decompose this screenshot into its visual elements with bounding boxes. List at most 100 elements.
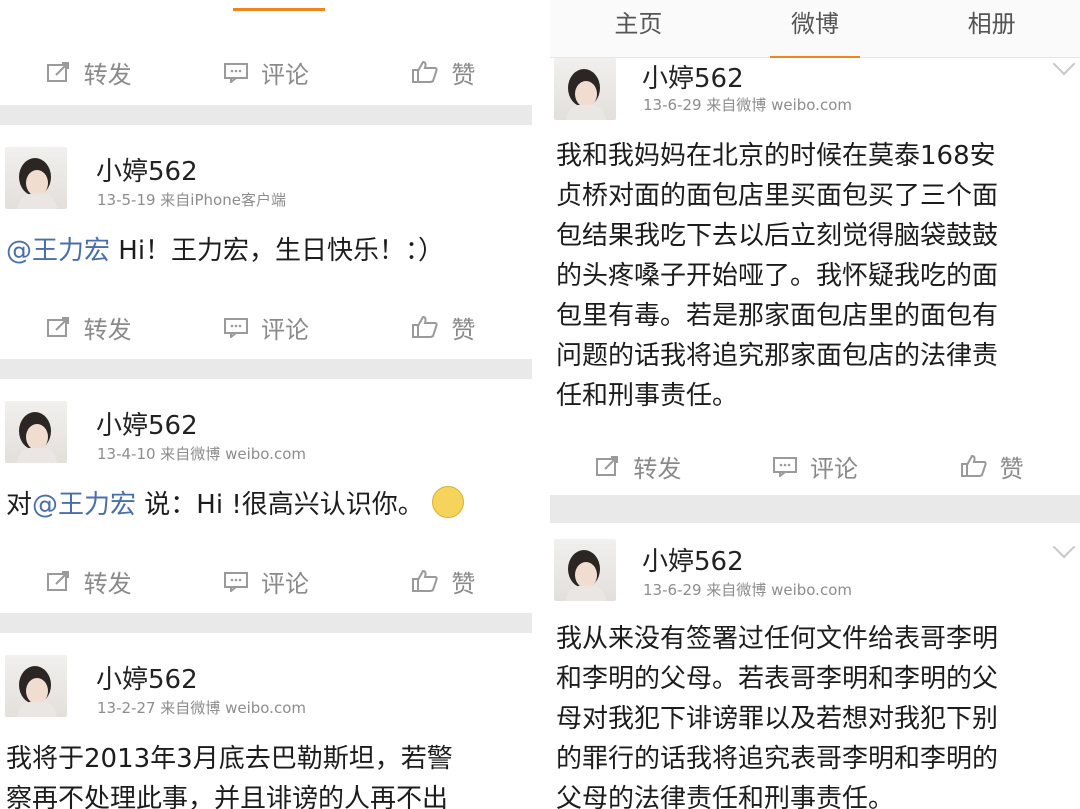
username[interactable]: 小婷562 bbox=[96, 151, 198, 188]
user-photo-icon bbox=[566, 550, 606, 601]
repost-icon bbox=[596, 456, 619, 476]
comment-label: 评论 bbox=[260, 60, 309, 89]
tab-home[interactable]: 主页 bbox=[550, 0, 727, 57]
like-label: 赞 bbox=[451, 569, 476, 598]
post-text-line: 问题的话我将追究那家面包店的法律责 bbox=[556, 341, 999, 371]
post-text-line: 察再不处理此事，并且诽谤的人再不出 bbox=[6, 784, 449, 809]
repost-button[interactable]: 转发 bbox=[0, 310, 177, 345]
left-feed-panel: 转发 评论 赞 小婷562 13-5-19 来自iPhone客户端 @王力宏 H… bbox=[0, 0, 532, 809]
comment-label: 评论 bbox=[810, 454, 858, 483]
username[interactable]: 小婷562 bbox=[96, 659, 198, 696]
username[interactable]: 小婷562 bbox=[642, 541, 744, 578]
post-text-line: 我从来没有签署过任何文件给表哥李明 bbox=[556, 624, 999, 654]
tab-album[interactable]: 相册 bbox=[903, 0, 1080, 57]
post-card: 小婷562 13-6-29 来自微博 weibo.com 我和我妈妈在北京的时候… bbox=[550, 52, 1080, 496]
post-text-line: 贞桥对面的面包店里买面包买了三个面 bbox=[556, 181, 999, 211]
post-text-line: 我将于2013年3月底去巴勒斯坦，若警 bbox=[6, 744, 453, 774]
feed-separator bbox=[0, 613, 532, 633]
post-meta: 13-4-10 来自微博 weibo.com bbox=[97, 445, 306, 463]
tab-weibo[interactable]: 微博 bbox=[727, 0, 904, 59]
repost-label: 转发 bbox=[633, 454, 682, 483]
repost-button[interactable]: 转发 bbox=[0, 55, 177, 90]
thumbs-up-icon bbox=[412, 315, 438, 338]
comment-icon bbox=[223, 63, 248, 83]
post-meta: 13-6-29 来自微博 weibo.com bbox=[643, 96, 852, 114]
post-card-partial: 转发 评论 赞 bbox=[0, 0, 532, 105]
repost-icon bbox=[46, 571, 69, 591]
like-label: 赞 bbox=[451, 315, 476, 344]
post-prefix: 对 bbox=[6, 490, 33, 520]
like-label: 赞 bbox=[451, 60, 476, 89]
post-card: 小婷562 13-6-29 来自微博 weibo.com 我从来没有签署过任何文… bbox=[550, 523, 1080, 809]
avatar[interactable] bbox=[554, 58, 616, 120]
post-card: 小婷562 13-5-19 来自iPhone客户端 @王力宏 Hi！王力宏，生日… bbox=[0, 125, 532, 359]
post-body: Hi！王力宏，生日快乐！：） bbox=[110, 236, 445, 266]
like-button[interactable]: 赞 bbox=[903, 449, 1080, 484]
thumbs-up-icon bbox=[412, 60, 438, 83]
user-photo-icon bbox=[17, 412, 57, 463]
like-label: 赞 bbox=[999, 454, 1024, 483]
post-card: 小婷562 13-2-27 来自微博 weibo.com 我将于2013年3月底… bbox=[0, 633, 532, 809]
comment-label: 评论 bbox=[260, 569, 309, 598]
username[interactable]: 小婷562 bbox=[96, 405, 198, 442]
profile-tabs: 主页 微博 相册 bbox=[550, 0, 1080, 59]
post-text-line: 任和刑事责任。 bbox=[556, 381, 739, 411]
repost-label: 转发 bbox=[83, 569, 132, 598]
repost-button[interactable]: 转发 bbox=[550, 449, 727, 484]
post-actions: 转发 评论 赞 bbox=[0, 551, 532, 611]
post-text-line: 父母的法律责任和刑事责任。 bbox=[556, 784, 895, 809]
repost-button[interactable]: 转发 bbox=[0, 564, 177, 599]
repost-icon bbox=[46, 62, 69, 82]
post-meta: 13-6-29 来自微博 weibo.com bbox=[643, 581, 852, 599]
post-text-line: 包结果我吃下去以后立刻觉得脑袋鼓鼓 bbox=[556, 221, 999, 251]
mention-link[interactable]: @王力宏 bbox=[6, 236, 110, 266]
comment-button[interactable]: 评论 bbox=[177, 55, 354, 90]
user-photo-icon bbox=[17, 158, 57, 209]
tab-weibo-label: 微博 bbox=[791, 10, 839, 38]
tab-album-label: 相册 bbox=[967, 10, 1016, 38]
thumbs-up-icon bbox=[412, 569, 438, 592]
avatar[interactable] bbox=[554, 539, 616, 601]
like-button[interactable]: 赞 bbox=[355, 564, 532, 599]
post-meta: 13-2-27 来自微博 weibo.com bbox=[97, 699, 306, 717]
chevron-down-icon[interactable] bbox=[1052, 535, 1076, 559]
post-actions: 转发 评论 赞 bbox=[0, 297, 532, 357]
post-actions: 转发 评论 赞 bbox=[550, 436, 1080, 496]
post-text-line: 包里有毒。若是那家面包店里的面包有 bbox=[556, 301, 999, 331]
post-text-line: 母对我犯下诽谤罪以及若想对我犯下别 bbox=[556, 704, 999, 734]
right-feed-panel: 主页 微博 相册 小婷562 13-6-29 来自微博 weibo.com 我和… bbox=[550, 0, 1080, 809]
like-button[interactable]: 赞 bbox=[355, 310, 532, 345]
post-text: 我从来没有签署过任何文件给表哥李明 和李明的父母。若表哥李明和李明的父 母对我犯… bbox=[556, 619, 998, 809]
screenshot-divider bbox=[532, 0, 550, 809]
post-text: @王力宏 Hi！王力宏，生日快乐！：） bbox=[6, 231, 444, 271]
feed-separator bbox=[0, 105, 532, 125]
feed-separator bbox=[550, 495, 1080, 523]
mention-link[interactable]: @王力宏 bbox=[32, 490, 136, 520]
avatar[interactable] bbox=[5, 401, 67, 463]
username[interactable]: 小婷562 bbox=[642, 58, 744, 95]
post-meta: 13-5-19 来自iPhone客户端 bbox=[97, 191, 286, 209]
repost-icon bbox=[46, 317, 69, 337]
comment-button[interactable]: 评论 bbox=[177, 564, 354, 599]
feed-separator bbox=[0, 359, 532, 379]
post-text-line: 和李明的父母。若表哥李明和李明的父 bbox=[556, 664, 999, 694]
like-button[interactable]: 赞 bbox=[355, 55, 532, 90]
user-photo-icon bbox=[566, 69, 606, 120]
repost-label: 转发 bbox=[83, 60, 132, 89]
avatar[interactable] bbox=[5, 655, 67, 717]
comment-button[interactable]: 评论 bbox=[727, 449, 904, 484]
comment-icon bbox=[223, 318, 248, 338]
comment-label: 评论 bbox=[260, 315, 309, 344]
user-photo-icon bbox=[17, 666, 57, 717]
repost-label: 转发 bbox=[83, 315, 132, 344]
thumbs-up-icon bbox=[960, 454, 987, 477]
comment-icon bbox=[773, 457, 797, 477]
avatar[interactable] bbox=[5, 147, 67, 209]
comment-button[interactable]: 评论 bbox=[177, 310, 354, 345]
smile-emoji-icon bbox=[432, 485, 465, 518]
post-body: 说：Hi !很高兴认识你。 bbox=[136, 490, 424, 520]
tab-home-label: 主页 bbox=[614, 10, 663, 38]
post-card: 小婷562 13-4-10 来自微博 weibo.com 对@王力宏 说：Hi … bbox=[0, 379, 532, 613]
post-text-line: 的头疼嗓子开始哑了。我怀疑我吃的面 bbox=[556, 261, 999, 291]
post-text-line: 我和我妈妈在北京的时候在莫泰168安 bbox=[556, 141, 996, 171]
